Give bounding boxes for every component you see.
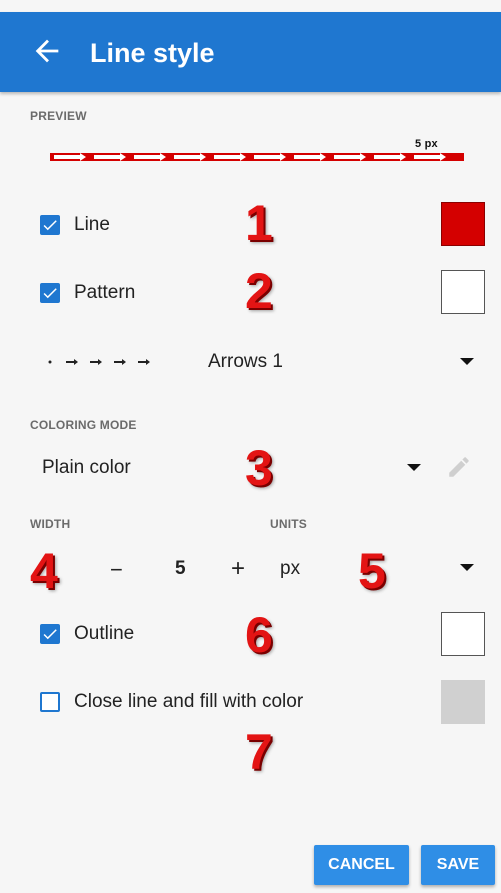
back-button[interactable] (30, 34, 64, 68)
outline-color-swatch[interactable] (441, 612, 485, 656)
line-checkbox[interactable] (40, 215, 60, 235)
close-line-checkbox[interactable] (40, 692, 60, 712)
width-label: WIDTH (30, 517, 71, 531)
marker-2: 2 (245, 263, 273, 319)
line-preview (50, 153, 464, 161)
width-increase-button[interactable]: + (231, 555, 245, 583)
checkmark-icon (43, 220, 57, 231)
width-decrease-button[interactable]: − (110, 557, 123, 583)
close-line-label: Close line and fill with color (74, 691, 304, 712)
units-value[interactable]: px (280, 558, 300, 580)
units-label: UNITS (270, 517, 307, 531)
marker-4: 4 (30, 543, 58, 599)
coloring-mode-value[interactable]: Plain color (42, 457, 131, 479)
width-value: 5 (175, 558, 186, 579)
pencil-icon[interactable] (446, 454, 472, 480)
cancel-button[interactable]: CANCEL (314, 845, 409, 885)
pattern-arrows-preview (48, 359, 150, 365)
marker-1: 1 (245, 195, 273, 251)
pattern-dropdown-caret-icon[interactable] (460, 356, 474, 366)
units-dropdown-caret-icon[interactable] (460, 562, 474, 572)
pattern-checkbox[interactable] (40, 283, 60, 303)
app-bar: Line style (0, 12, 501, 92)
pattern-select-value[interactable]: Arrows 1 (208, 351, 283, 373)
line-label: Line (74, 214, 110, 235)
checkmark-icon (43, 629, 57, 640)
fill-color-swatch[interactable] (441, 680, 485, 724)
page-title: Line style (90, 38, 215, 68)
marker-5: 5 (358, 543, 386, 599)
preview-label: PREVIEW (30, 109, 87, 123)
marker-3: 3 (245, 440, 273, 496)
pattern-color-swatch[interactable] (441, 270, 485, 314)
line-style-screen: Line style PREVIEW 5 px Line 1 Pattern 2 (0, 0, 501, 893)
checkmark-icon (43, 288, 57, 299)
marker-7: 7 (245, 724, 273, 780)
pattern-label: Pattern (74, 282, 136, 303)
line-color-swatch[interactable] (441, 202, 485, 246)
coloring-mode-label: COLORING MODE (30, 418, 137, 432)
coloring-dropdown-caret-icon[interactable] (407, 462, 421, 472)
save-button[interactable]: SAVE (421, 845, 495, 885)
arrow-left-icon (35, 39, 59, 63)
marker-6: 6 (245, 607, 273, 663)
outline-checkbox[interactable] (40, 624, 60, 644)
outline-label: Outline (74, 623, 135, 644)
